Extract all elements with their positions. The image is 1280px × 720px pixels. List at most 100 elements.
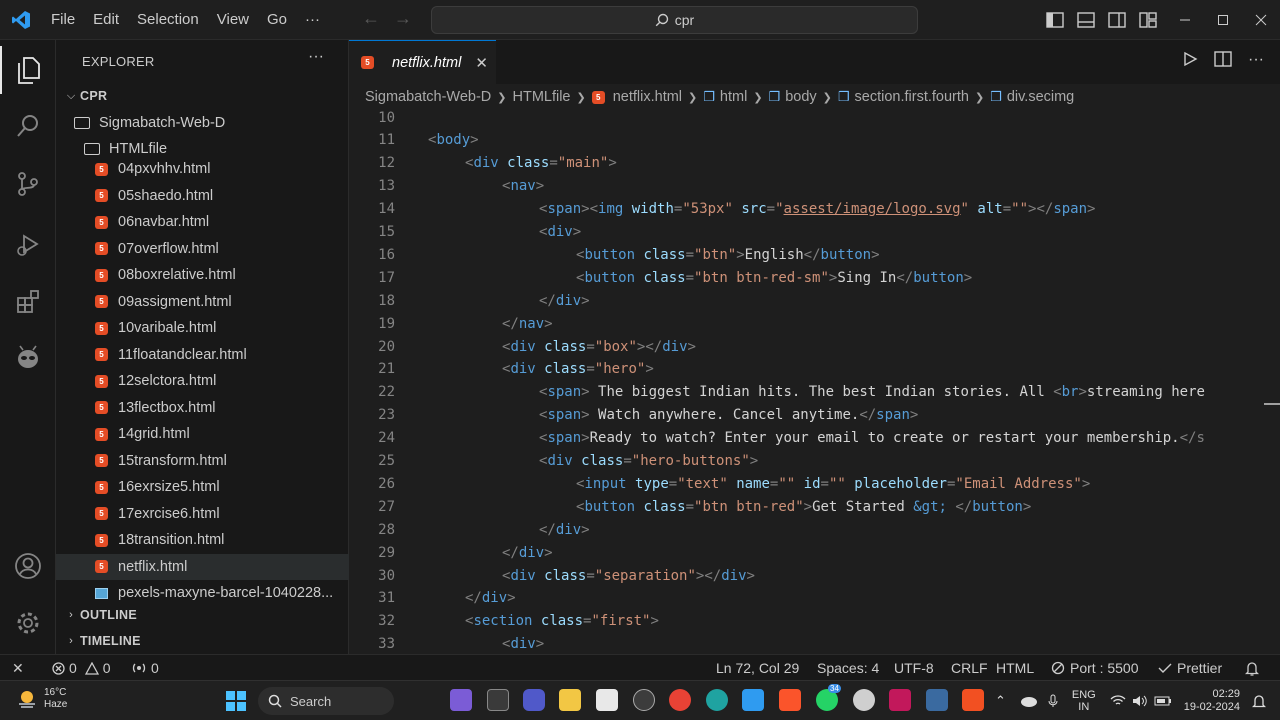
microphone-icon[interactable] (1048, 694, 1058, 708)
code-editor[interactable]: 10 11 <body> 12 <div class="main"> 13 <nav> 14 <… (349, 106, 1280, 654)
vscode-taskbar-icon[interactable] (742, 689, 764, 711)
breadcrumb-item[interactable]: section.first.fourth (855, 89, 969, 105)
teams-icon[interactable] (523, 689, 545, 711)
check-double-icon (1158, 663, 1172, 673)
close-tab-icon[interactable]: ✕ (475, 54, 488, 72)
file-item[interactable]: 5 11floatandclear.html (56, 342, 349, 368)
folder-sigmabatch[interactable]: Sigmabatch-Web-D (56, 110, 349, 136)
menu-selection[interactable]: Selection (128, 11, 208, 28)
file-item[interactable]: 5 08boxrelative.html (56, 262, 349, 288)
file-item[interactable]: 5 13flectbox.html (56, 395, 349, 421)
wifi-icon[interactable] (1110, 695, 1126, 707)
workspace-root[interactable]: ⌵ CPR (56, 83, 349, 109)
window-app-icon[interactable] (926, 689, 948, 711)
task-view-icon[interactable] (487, 689, 509, 711)
file-item[interactable]: 5 14grid.html (56, 421, 349, 447)
edge-icon[interactable] (706, 689, 728, 711)
breadcrumb-item[interactable]: html (720, 89, 747, 105)
menu-file[interactable]: File (42, 11, 84, 28)
breadcrumb-item[interactable]: Sigmabatch-Web-D (365, 89, 491, 105)
file-item[interactable]: 5 15transform.html (56, 448, 349, 474)
breadcrumb-item[interactable]: HTMLfile (512, 89, 570, 105)
file-explorer-icon[interactable] (559, 689, 581, 711)
command-center-search[interactable]: cpr (431, 6, 918, 34)
explorer-more-icon[interactable]: ··· (308, 48, 324, 66)
notifications-bell-icon[interactable] (1245, 655, 1259, 681)
toggle-secondary-sidebar-icon[interactable] (1106, 9, 1127, 30)
weather-widget[interactable]: 16°C Haze (16, 687, 67, 711)
run-icon[interactable] (1182, 51, 1198, 67)
file-item[interactable]: 5 06navbar.html (56, 209, 349, 235)
settings-gear-icon[interactable] (0, 599, 56, 647)
file-item[interactable]: 5 10varibale.html (56, 315, 349, 341)
code-token: button (584, 246, 636, 263)
source-control-icon[interactable] (0, 160, 56, 208)
file-item[interactable]: 5 17exrcise6.html (56, 501, 349, 527)
more-actions-icon[interactable]: ··· (1248, 51, 1264, 69)
menu-more[interactable]: ··· (296, 11, 329, 28)
copilot-icon[interactable] (450, 689, 472, 711)
run-debug-icon[interactable] (0, 220, 56, 268)
account-icon[interactable] (0, 542, 56, 590)
menu-go[interactable]: Go (258, 11, 296, 28)
indentation[interactable]: Spaces: 4 (817, 655, 879, 681)
search-view-icon[interactable] (0, 102, 56, 150)
cursor-position[interactable]: Ln 72, Col 29 (716, 655, 799, 681)
html5-icon: 5 (95, 348, 108, 361)
live-server-port[interactable]: Port : 5500 (1051, 655, 1139, 681)
intellij-icon[interactable] (889, 689, 911, 711)
back-arrow-icon[interactable]: ← (362, 8, 380, 29)
tab-netflix-html[interactable]: 5 netflix.html ✕ (349, 40, 496, 84)
whatsapp-icon[interactable]: 34 (816, 684, 841, 711)
menu-edit[interactable]: Edit (84, 11, 128, 28)
volume-icon[interactable] (1132, 695, 1148, 707)
breadcrumb-item[interactable]: body (785, 89, 816, 105)
minimize-icon[interactable] (1166, 0, 1204, 40)
line-content: <div class="hero-buttons"> (539, 453, 758, 469)
file-item[interactable]: 5 04pxvhhv.html (56, 156, 349, 182)
problems-indicator[interactable]: 0 0 (52, 655, 111, 681)
alien-extension-icon[interactable] (0, 334, 56, 382)
end-of-line[interactable]: CRLF (951, 655, 988, 681)
file-item[interactable]: 5 12selctora.html (56, 368, 349, 394)
remote-indicator-icon[interactable]: ✕ (12, 655, 24, 681)
cloud-icon[interactable] (1020, 695, 1038, 707)
breadcrumb-item[interactable]: netflix.html (613, 89, 682, 105)
forward-arrow-icon[interactable]: → (394, 8, 412, 29)
split-editor-icon[interactable] (1214, 51, 1232, 67)
file-item[interactable]: 5 05shaedo.html (56, 183, 349, 209)
battery-icon[interactable] (1154, 695, 1172, 707)
close-window-icon[interactable] (1242, 0, 1280, 40)
clock[interactable]: 02:29 19-02-2024 (1184, 688, 1240, 714)
chevron-up-icon[interactable]: ⌃ (995, 693, 1006, 709)
notification-center-icon[interactable] (1252, 694, 1266, 709)
dell-icon[interactable] (633, 689, 655, 711)
settings-app-icon[interactable] (853, 689, 875, 711)
store-icon[interactable] (596, 689, 618, 711)
prettier-status[interactable]: Prettier (1158, 655, 1222, 681)
menu-view[interactable]: View (208, 11, 258, 28)
toggle-panel-icon[interactable] (1075, 9, 1096, 30)
file-item[interactable]: 5 netflix.html (56, 553, 349, 580)
toggle-primary-sidebar-icon[interactable] (1044, 9, 1065, 30)
maximize-icon[interactable] (1204, 0, 1242, 40)
chrome-icon[interactable] (669, 689, 691, 711)
explorer-icon[interactable] (0, 46, 56, 94)
file-item[interactable]: 5 07overflow.html (56, 236, 349, 262)
language-indicator[interactable]: ENG IN (1072, 689, 1096, 713)
brave-icon[interactable] (779, 689, 801, 711)
breadcrumb-item[interactable]: div.secimg (1007, 89, 1074, 105)
windows-start-icon[interactable] (226, 691, 246, 711)
taskbar-search[interactable]: Search (258, 687, 394, 715)
file-item[interactable]: 5 16exrsize5.html (56, 474, 349, 500)
encoding[interactable]: UTF-8 (894, 655, 934, 681)
file-item[interactable]: 5 09assigment.html (56, 289, 349, 315)
ports-indicator[interactable]: 0 (132, 655, 159, 681)
language-mode[interactable]: HTML (996, 655, 1034, 681)
timeline-section[interactable]: › TIMELINE (56, 628, 349, 654)
customize-layout-icon[interactable] (1137, 9, 1158, 30)
file-item[interactable]: 5 18transition.html (56, 527, 349, 553)
recorder-icon[interactable] (962, 689, 984, 711)
outline-section[interactable]: › OUTLINE (56, 602, 349, 628)
extensions-icon[interactable] (0, 278, 56, 326)
